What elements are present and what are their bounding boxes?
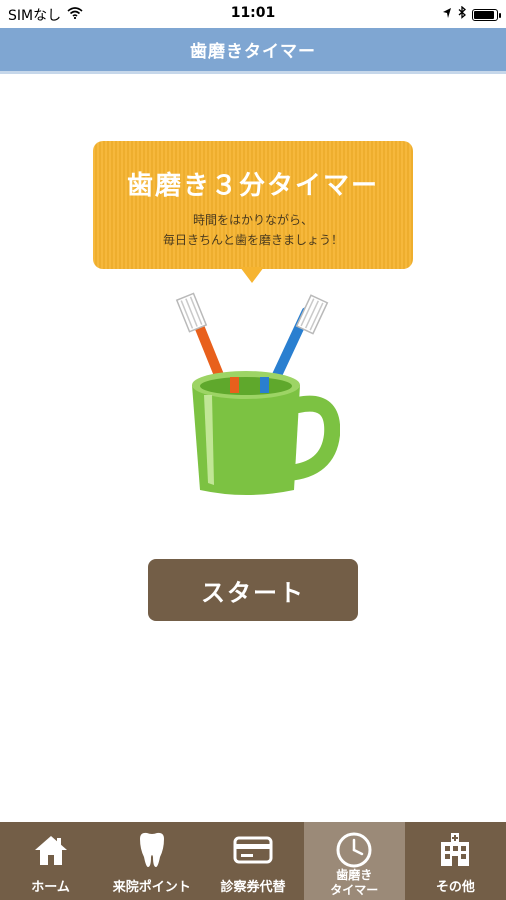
hospital-icon (435, 830, 475, 870)
bubble-text-line1: 時間をはかりながら、 (192, 213, 313, 227)
tab-patient-card-label: 診察券代替 (220, 880, 286, 895)
tab-bar: ホーム 来院ポイント 診察券代替 歯磨き タイマー その他 (0, 822, 506, 900)
bubble-tail (240, 267, 264, 283)
tab-visit-points-label: 来院ポイント (112, 880, 191, 895)
tab-home[interactable]: ホーム (0, 822, 101, 900)
tab-other[interactable]: その他 (405, 822, 506, 900)
battery-icon (472, 8, 501, 21)
tab-brushing-timer[interactable]: 歯磨き タイマー (303, 822, 405, 900)
start-button-label: スタート (201, 578, 305, 607)
status-time: 11:01 (230, 5, 276, 21)
status-bar: SIMなし 11:01 (0, 0, 506, 28)
battery-fill (474, 10, 494, 19)
tab-home-label: ホーム (31, 880, 70, 895)
bubble-text-line2: 毎日きちんと歯を磨きましょう！ (162, 233, 343, 247)
clock-icon (334, 830, 374, 870)
tab-patient-card[interactable]: 診察券代替 (202, 822, 303, 900)
tab-visit-points[interactable]: 来院ポイント (101, 822, 202, 900)
header-bar: 歯磨きタイマー (0, 28, 506, 74)
intro-bubble: 歯磨き３分タイマー 時間をはかりながら、 毎日きちんと歯を磨きましょう！ (93, 141, 413, 269)
card-icon (233, 830, 273, 870)
toothbrush-cup-illustration (170, 285, 341, 505)
tooth-icon (132, 830, 172, 870)
tab-other-label: その他 (435, 880, 475, 895)
start-button[interactable]: スタート (148, 559, 358, 621)
bluetooth-icon (458, 5, 466, 23)
status-right (442, 5, 501, 23)
tab-brushing-timer-label: 歯磨き タイマー (330, 868, 379, 897)
home-icon (31, 830, 71, 870)
location-arrow-icon (442, 7, 452, 23)
bubble-title: 歯磨き３分タイマー (126, 171, 379, 201)
page-title: 歯磨きタイマー (190, 42, 316, 62)
